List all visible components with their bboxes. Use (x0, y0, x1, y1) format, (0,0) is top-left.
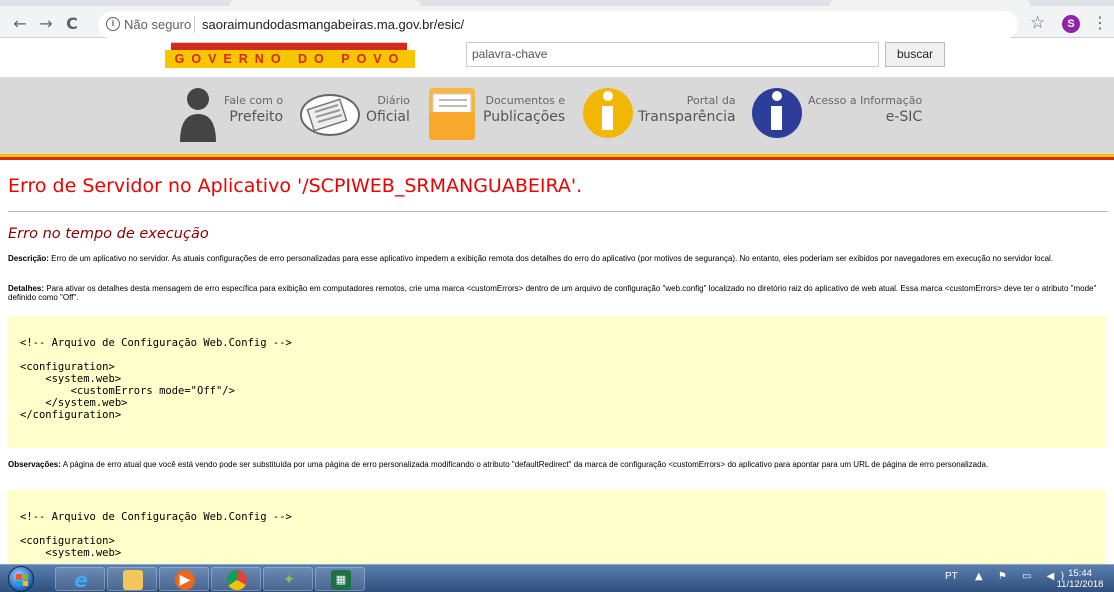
chrome-icon (227, 570, 247, 590)
person-icon (180, 88, 216, 142)
divider (194, 16, 195, 33)
description-text: Erro de um aplicativo no servidor. As at… (48, 254, 1054, 263)
url-text[interactable]: saoraimundodasmangabeiras.ma.gov.br/esic… (202, 17, 464, 32)
nav-label-line1: Documentos e (485, 94, 566, 107)
nav-label-line2: Publicações (483, 109, 566, 125)
nav-label-line1: Acesso a Informação (808, 94, 923, 107)
browser-toolbar: ← → C i Não seguro saoraimundodasmangabe… (0, 0, 1114, 39)
taskbar-app[interactable]: ✦ (263, 567, 313, 591)
nav-item-esic[interactable]: Acesso a Informação e-SIC (751, 82, 931, 144)
language-indicator[interactable]: PT (945, 571, 958, 582)
internet-explorer-icon: e (74, 568, 88, 592)
clock-time: 15:44 (1068, 568, 1092, 579)
nav-label-line1: Fale com o (224, 94, 284, 107)
spreadsheet-icon: ▦ (331, 570, 351, 590)
bookmark-star-icon[interactable]: ☆ (1030, 13, 1045, 33)
details-paragraph: Detalhes: Para ativar os detalhes desta … (8, 284, 1103, 302)
search-input[interactable]: palavra-chave (466, 42, 879, 67)
observations-label: Observações: (8, 460, 61, 469)
taskbar-app-chrome[interactable] (211, 567, 261, 591)
observations-paragraph: Observações: A página de erro atual que … (8, 460, 1103, 469)
nav-item-documentos[interactable]: Documentos e Publicações (427, 82, 577, 144)
taskbar-app-media-player[interactable]: ▶ (159, 567, 209, 591)
taskbar-app-spreadsheet[interactable]: ▦ (315, 567, 365, 591)
media-player-icon: ▶ (175, 570, 195, 590)
search-button[interactable]: buscar (885, 42, 945, 67)
folder-icon (429, 88, 475, 140)
config-code: <!-- Arquivo de Configuração Web.Config … (20, 511, 292, 559)
description-paragraph: Descrição: Erro de um aplicativo no serv… (8, 254, 1103, 263)
page-content: GOVERNO DO POVO palavra-chave buscar Fal… (0, 38, 1114, 564)
error-subtitle: Erro no tempo de execução (8, 226, 209, 242)
profile-avatar[interactable]: S (1062, 15, 1080, 33)
leaf-icon: ✦ (283, 572, 295, 588)
windows-taskbar: e ▶ ✦ ▦ PT ▲ ⚑ ▭ ◀) 15:44 11/12/2018 (0, 564, 1114, 592)
info-icon (583, 88, 633, 138)
windows-logo-icon (16, 574, 28, 586)
info-icon (752, 88, 802, 138)
security-label[interactable]: Não seguro (124, 17, 191, 32)
nav-label-line1: Portal da (686, 94, 736, 107)
nav-label-line2: Prefeito (229, 109, 284, 125)
nav-label-line2: e-SIC (885, 109, 923, 125)
tab-strip (0, 0, 1114, 6)
logo-wordmark (171, 42, 407, 50)
address-bar[interactable]: i Não seguro saoraimundodasmangabeiras.m… (98, 11, 1018, 39)
divider (8, 211, 1108, 212)
menu-icon[interactable]: ⋮ (1092, 13, 1108, 32)
divider (0, 157, 1114, 160)
observations-text: A página de erro atual que você está ven… (60, 460, 989, 469)
document-icon (300, 94, 360, 136)
back-icon[interactable]: ← (10, 14, 30, 34)
description-label: Descrição: (8, 254, 49, 263)
code-block: <!-- Arquivo de Configuração Web.Config … (8, 316, 1106, 448)
nav-label-line2: Transparência (638, 109, 736, 125)
browser-tab[interactable] (830, 0, 1030, 6)
site-logo[interactable]: GOVERNO DO POVO (165, 38, 415, 68)
nav-label-line1: Diário (377, 94, 410, 107)
page-title: Erro de Servidor no Aplicativo '/SCPIWEB… (8, 175, 583, 197)
clock-date: 11/12/2018 (1056, 579, 1104, 590)
details-label: Detalhes: (8, 284, 45, 293)
config-code: <!-- Arquivo de Configuração Web.Config … (20, 337, 292, 421)
taskbar-app-file-explorer[interactable] (107, 567, 157, 591)
start-button[interactable] (8, 566, 34, 592)
nav-item-transparencia[interactable]: Portal da Transparência (582, 82, 742, 144)
browser-tab[interactable] (230, 0, 420, 6)
taskbar-app-internet-explorer[interactable]: e (55, 567, 105, 591)
reload-icon[interactable]: C (62, 14, 82, 34)
details-text: Para ativar os detalhes desta mensagem d… (8, 284, 1097, 302)
system-clock[interactable]: 15:44 11/12/2018 (1052, 568, 1108, 590)
nav-label-line2: Oficial (366, 109, 410, 125)
folder-icon (123, 570, 143, 590)
info-icon[interactable]: i (106, 17, 120, 31)
code-block: <!-- Arquivo de Configuração Web.Config … (8, 490, 1106, 564)
logo-tagline: GOVERNO DO POVO (165, 50, 415, 68)
forward-icon[interactable]: → (36, 14, 56, 34)
nav-item-diario-oficial[interactable]: Diário Oficial (300, 82, 420, 144)
portal-nav: Fale com o Prefeito Diário Oficial Docum… (0, 77, 1114, 154)
nav-item-prefeito[interactable]: Fale com o Prefeito (178, 82, 298, 144)
